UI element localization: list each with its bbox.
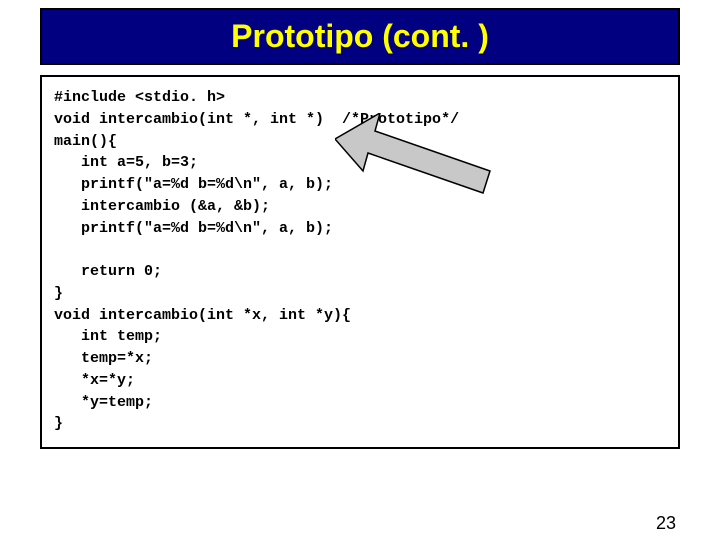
title-bar: Prototipo (cont. ) (40, 8, 680, 65)
code-block: #include <stdio. h> void intercambio(int… (54, 87, 666, 435)
slide-title: Prototipo (cont. ) (42, 18, 678, 55)
code-container: #include <stdio. h> void intercambio(int… (40, 75, 680, 449)
page-number: 23 (656, 513, 676, 534)
